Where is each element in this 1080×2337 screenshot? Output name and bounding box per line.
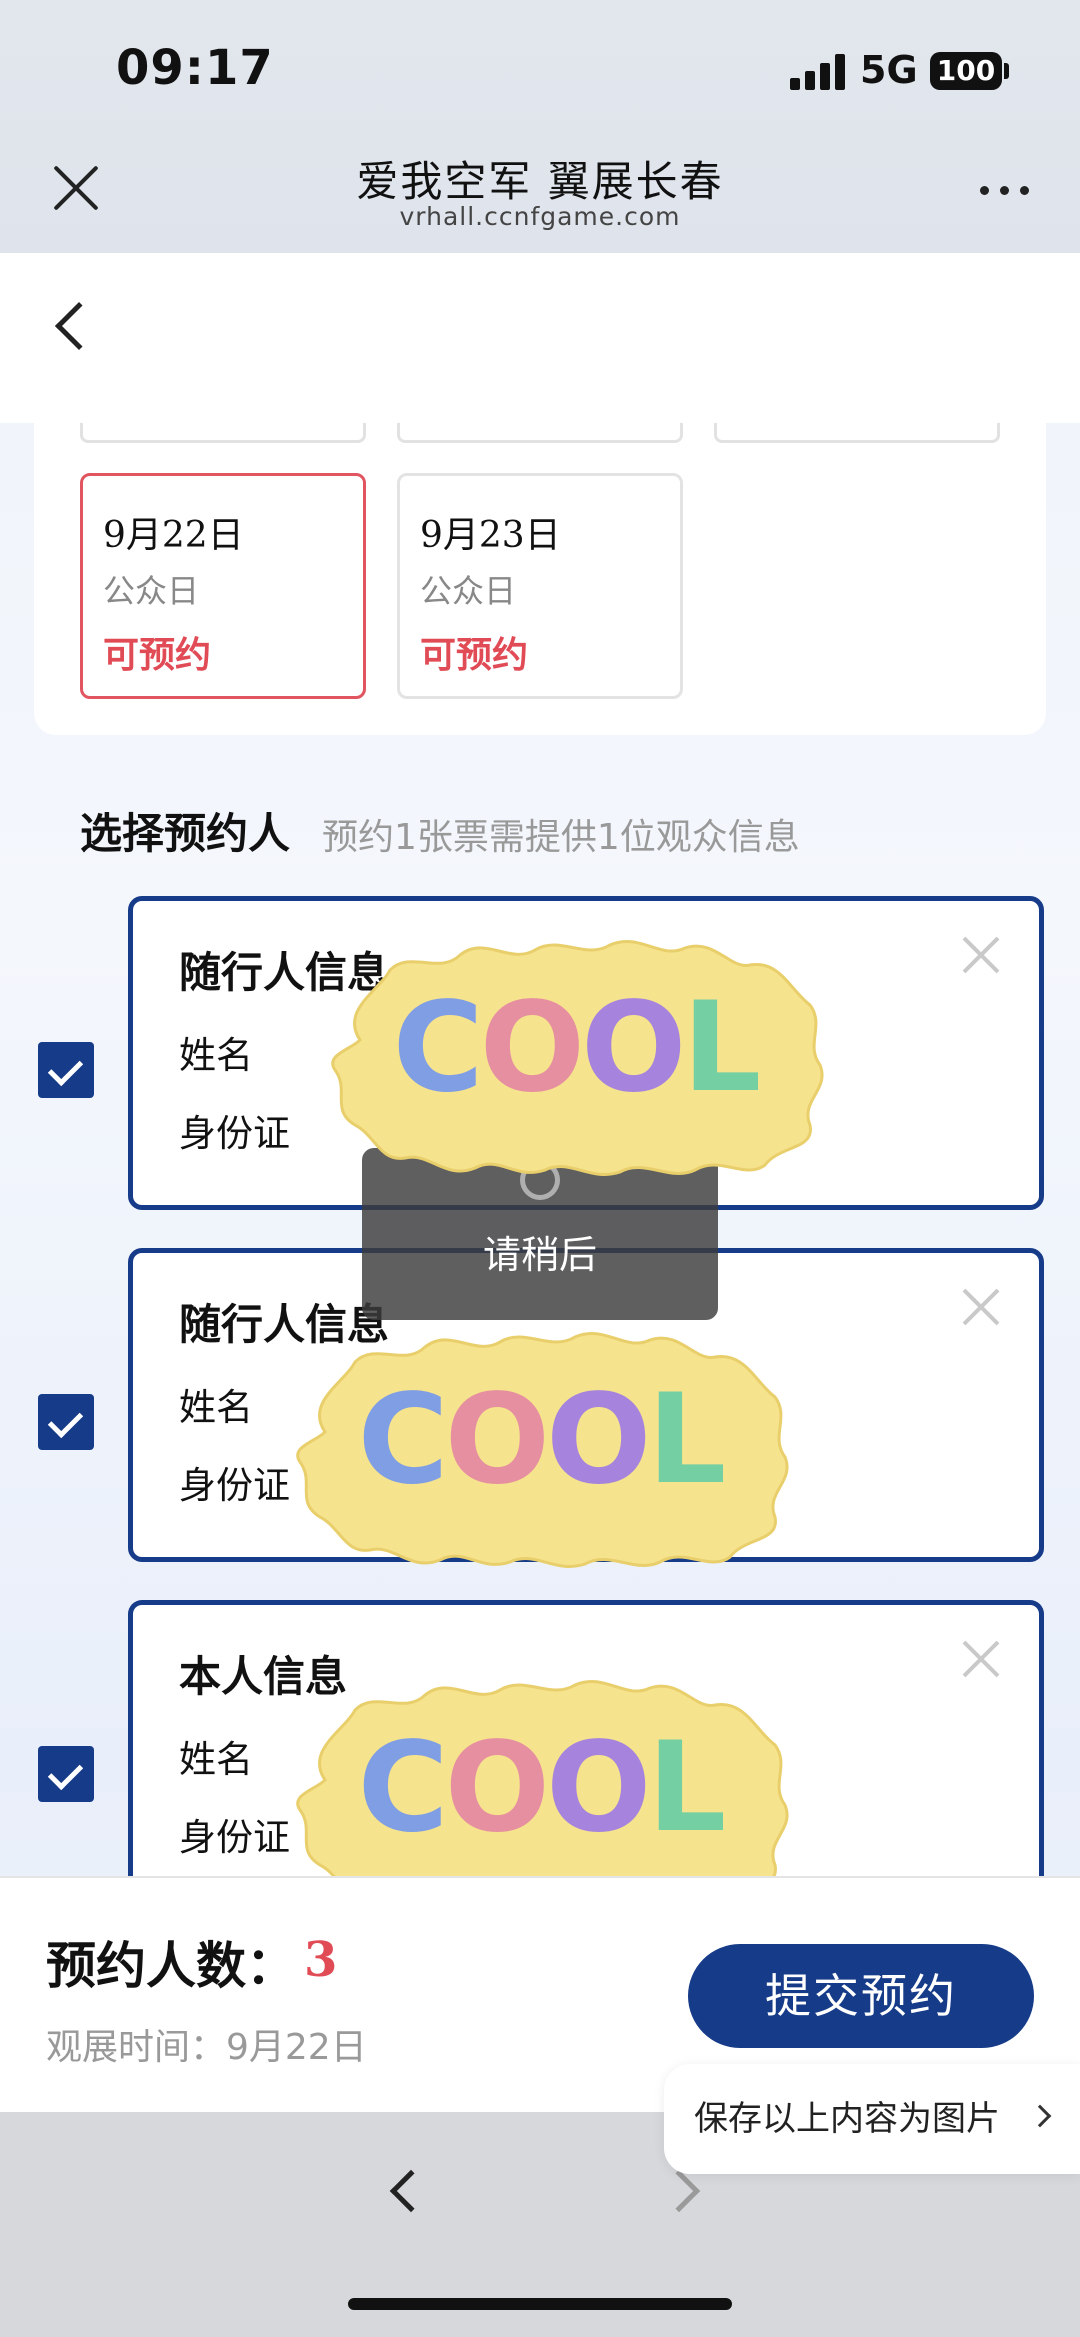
save-as-image-label: 保存以上内容为图片 — [694, 2099, 1000, 2139]
cool-sticker: COOL — [320, 930, 830, 1180]
person-checkbox[interactable] — [38, 1042, 94, 1098]
id-label: 身份证 — [179, 1464, 290, 1507]
name-label: 姓名 — [179, 1386, 253, 1429]
sticker-text: COOL — [357, 1716, 727, 1860]
section-title: 选择预约人 — [80, 809, 291, 858]
page-title: 爱我空军 翼展长春 — [356, 157, 724, 206]
sticker-text: COOL — [357, 1368, 727, 1512]
sticker-text: COOL — [392, 976, 762, 1120]
toast-message: 请稍后 — [482, 1233, 597, 1277]
date-type: 公众日 — [103, 572, 200, 610]
date-status: 可预约 — [103, 635, 212, 676]
date-type: 公众日 — [420, 572, 517, 610]
cool-sticker: COOL — [285, 1322, 795, 1572]
date-label: 9月22日 — [103, 515, 244, 556]
date-card-partial[interactable] — [714, 423, 1000, 443]
date-card-partial[interactable] — [397, 423, 683, 443]
browser-header: 09:17 5G 100 爱我空军 翼展长春 vrhall.ccnfgame.c… — [0, 0, 1080, 253]
page-url: vrhall.ccnfgame.com — [399, 202, 681, 231]
chevron-right-icon — [1028, 2104, 1052, 2128]
id-label: 身份证 — [179, 1112, 290, 1155]
section-hint: 预约1张票需提供1位观众信息 — [322, 817, 800, 858]
browser-back-icon[interactable] — [389, 2169, 433, 2213]
date-card-0922[interactable]: 9月22日 公众日 可预约 — [80, 473, 366, 699]
home-indicator — [348, 2298, 732, 2310]
save-as-image-button[interactable]: 保存以上内容为图片 — [664, 2064, 1080, 2174]
remove-icon[interactable] — [963, 937, 999, 973]
remove-icon[interactable] — [963, 1641, 999, 1677]
back-icon[interactable] — [54, 301, 104, 351]
date-card-partial[interactable] — [80, 423, 366, 443]
date-label: 9月23日 — [420, 515, 561, 556]
submit-button[interactable]: 提交预约 — [688, 1944, 1034, 2048]
remove-icon[interactable] — [963, 1289, 999, 1325]
nav-bar — [0, 253, 1080, 423]
network-type: 5G — [860, 48, 918, 92]
battery-icon: 100 — [930, 52, 1002, 90]
person-checkbox[interactable] — [38, 1746, 94, 1802]
battery-tip — [1004, 63, 1009, 79]
date-card-0923[interactable]: 9月23日 公众日 可预约 — [397, 473, 683, 699]
id-label: 身份证 — [179, 1816, 290, 1859]
person-checkbox[interactable] — [38, 1394, 94, 1450]
name-label: 姓名 — [179, 1738, 253, 1781]
more-icon[interactable] — [980, 186, 1030, 196]
visit-time: 观展时间：9月22日 — [46, 2027, 367, 2068]
name-label: 姓名 — [179, 1034, 253, 1077]
signal-icon — [790, 54, 846, 90]
date-status: 可预约 — [420, 635, 529, 676]
browser-forward-icon[interactable] — [657, 2169, 701, 2213]
status-time: 09:17 — [116, 40, 274, 96]
count-value: 3 — [304, 1932, 338, 1988]
count-label: 预约人数： — [46, 1937, 296, 1995]
